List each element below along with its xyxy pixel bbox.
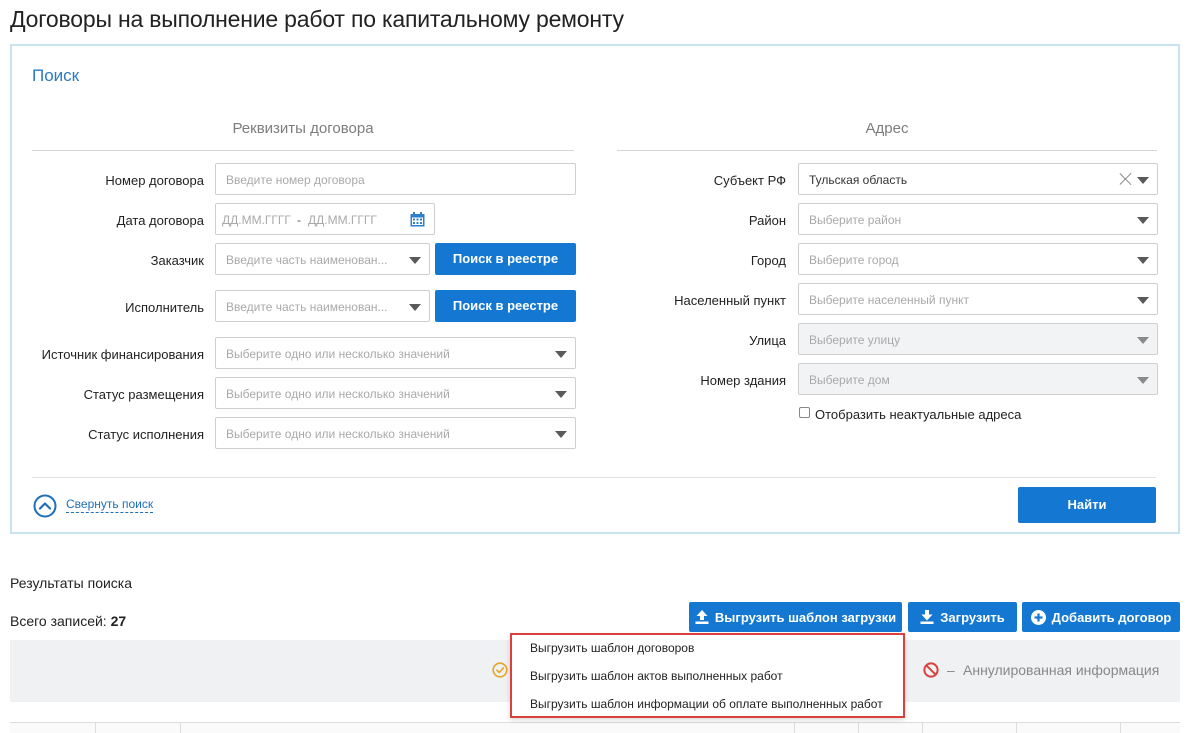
settlement-label: Населенный пункт — [674, 293, 786, 308]
executor-label: Исполнитель — [125, 300, 204, 315]
search-footer-divider — [32, 477, 1156, 478]
district-select[interactable]: Выберите район — [798, 203, 1158, 235]
legend-annulled-label: Аннулированная информация — [963, 662, 1160, 678]
chevron-down-icon — [1137, 217, 1149, 224]
chevron-down-icon — [1137, 177, 1149, 184]
export-template-menu: Выгрузить шаблон договоров Выгрузить шаб… — [510, 633, 905, 718]
address-section-divider — [617, 150, 1157, 151]
funding-source-select[interactable]: Выберите одно или несколько значений — [215, 337, 576, 369]
calendar-icon[interactable] — [410, 212, 425, 227]
contract-date-label: Дата договора — [116, 213, 204, 228]
contract-number-label: Номер договора — [105, 173, 204, 188]
address-section-heading: Адрес — [865, 120, 909, 137]
upload-button[interactable]: Загрузить — [908, 602, 1017, 632]
find-button[interactable]: Найти — [1018, 487, 1156, 523]
table-column-divider — [922, 722, 923, 733]
placement-status-placeholder: Выберите одно или несколько значений — [226, 387, 450, 401]
city-placeholder: Выберите город — [809, 253, 899, 267]
executor-placeholder: Введите часть наименован... — [226, 300, 388, 314]
contract-number-placeholder: Введите номер договора — [226, 173, 365, 187]
legend-dash: – — [947, 662, 955, 678]
date-separator: - — [297, 213, 301, 227]
settlement-select[interactable]: Выберите населенный пункт — [798, 283, 1158, 315]
export-template-label: Выгрузить шаблон загрузки — [714, 609, 897, 625]
funding-source-placeholder: Выберите одно или несколько значений — [226, 347, 450, 361]
subject-value: Тульская область — [809, 173, 908, 187]
results-title: Результаты поиска — [10, 575, 133, 591]
table-column-divider — [1016, 722, 1017, 733]
funding-source-label: Источник финансирования — [41, 347, 204, 362]
add-contract-button[interactable]: Добавить договор — [1022, 602, 1180, 632]
chevron-down-icon — [1137, 297, 1149, 304]
contract-number-input[interactable]: Введите номер договора — [215, 163, 576, 195]
chevron-down-icon — [409, 257, 421, 264]
cancel-icon — [923, 662, 939, 678]
total-records: Всего записей: 27 — [10, 613, 126, 629]
table-column-divider — [794, 722, 795, 733]
street-label: Улица — [749, 333, 786, 348]
upload-icon — [695, 610, 709, 624]
chevron-down-icon — [555, 351, 567, 358]
total-records-count: 27 — [110, 613, 127, 629]
contract-date-range-input[interactable]: ДД.ММ.ГГГГ - ДД.ММ.ГГГГ — [215, 203, 435, 235]
clear-icon[interactable] — [1119, 172, 1133, 186]
download-icon — [920, 610, 934, 624]
building-placeholder: Выберите дом — [809, 373, 890, 387]
chevron-down-icon — [409, 304, 421, 311]
upload-label: Загрузить — [940, 609, 1005, 625]
chevron-down-icon — [1137, 377, 1149, 384]
chevron-down-icon — [555, 431, 567, 438]
customer-select[interactable]: Введите часть наименован... — [215, 243, 430, 275]
execution-status-select[interactable]: Выберите одно или несколько значений — [215, 417, 576, 449]
subject-select[interactable]: Тульская область — [798, 163, 1158, 195]
execution-status-placeholder: Выберите одно или несколько значений — [226, 427, 450, 441]
customer-registry-search-button[interactable]: Поиск в реестре — [435, 243, 576, 275]
city-label: Город — [750, 253, 786, 268]
contract-section-heading: Реквизиты договора — [232, 120, 374, 137]
city-select[interactable]: Выберите город — [798, 243, 1158, 275]
date-from-placeholder: ДД.ММ.ГГГГ — [222, 213, 291, 227]
table-column-divider — [180, 722, 181, 733]
collapse-search-link[interactable]: Свернуть поиск — [66, 497, 154, 513]
plus-circle-icon — [1030, 609, 1046, 625]
settlement-placeholder: Выберите населенный пункт — [809, 293, 969, 307]
check-circle-icon — [492, 662, 508, 678]
show-outdated-checkbox[interactable] — [799, 407, 810, 418]
export-template-button[interactable]: Выгрузить шаблон загрузки — [689, 602, 902, 632]
placement-status-label: Статус размещения — [83, 387, 204, 402]
chevron-down-icon — [1137, 257, 1149, 264]
street-select: Выберите улицу — [798, 323, 1158, 355]
district-placeholder: Выберите район — [809, 213, 902, 227]
contract-section-divider — [32, 150, 574, 151]
street-placeholder: Выберите улицу — [809, 333, 901, 347]
search-panel-title: Поиск — [32, 66, 80, 85]
show-outdated-label[interactable]: Отобразить неактуальные адреса — [815, 407, 1021, 422]
table-column-divider — [1120, 722, 1121, 733]
add-contract-label: Добавить договор — [1051, 609, 1172, 625]
customer-label: Заказчик — [150, 253, 204, 268]
executor-registry-search-button[interactable]: Поиск в реестре — [435, 290, 576, 322]
execution-status-label: Статус исполнения — [88, 427, 204, 442]
placement-status-select[interactable]: Выберите одно или несколько значений — [215, 377, 576, 409]
building-select: Выберите дом — [798, 363, 1158, 395]
chevron-down-icon — [555, 391, 567, 398]
results-table-header — [10, 722, 1180, 733]
date-to-placeholder: ДД.ММ.ГГГГ — [308, 213, 377, 227]
subject-label: Субъект РФ — [713, 173, 786, 188]
executor-select[interactable]: Введите часть наименован... — [215, 290, 430, 322]
menu-item-export-contracts-template[interactable]: Выгрузить шаблон договоров — [530, 641, 694, 655]
chevron-up-circle-icon[interactable] — [33, 494, 57, 518]
table-column-divider — [858, 722, 859, 733]
building-label: Номер здания — [700, 373, 786, 388]
chevron-down-icon — [1137, 337, 1149, 344]
customer-placeholder: Введите часть наименован... — [226, 253, 388, 267]
menu-item-export-acts-template[interactable]: Выгрузить шаблон актов выполненных работ — [530, 669, 783, 683]
table-column-divider — [95, 722, 96, 733]
page-title: Договоры на выполнение работ по капиталь… — [10, 6, 624, 32]
total-records-label: Всего записей: — [10, 613, 107, 629]
menu-item-export-payments-template[interactable]: Выгрузить шаблон информации об оплате вы… — [530, 697, 883, 711]
district-label: Район — [748, 213, 786, 228]
search-panel: Поиск Реквизиты договора Адрес Номер дог… — [10, 44, 1180, 534]
